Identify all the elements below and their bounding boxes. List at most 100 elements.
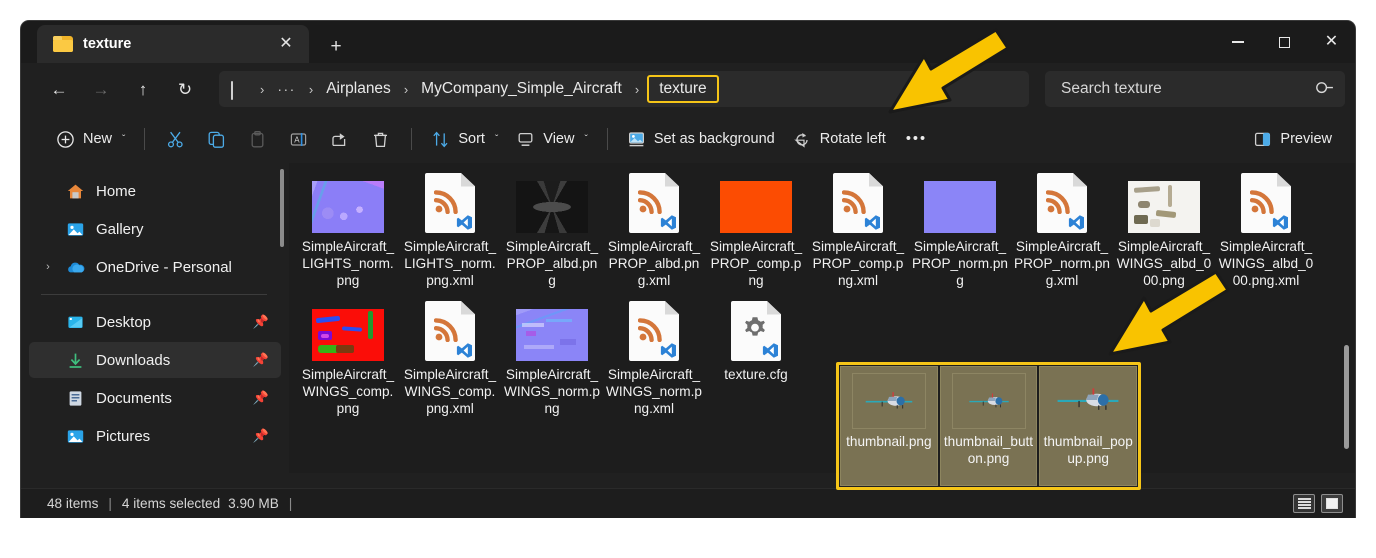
file-item[interactable]: SimpleAircraft_WINGS_norm.png	[501, 297, 603, 417]
sidebar-item-home[interactable]: › Home	[29, 173, 281, 209]
more-options-button[interactable]: •••	[895, 122, 938, 156]
airplane-thumbnail-image	[1057, 388, 1119, 410]
file-item[interactable]: SimpleAircraft_WINGS_comp.png.xml	[399, 297, 501, 417]
file-item[interactable]: SimpleAircraft_LIGHTS_norm.png.xml	[399, 169, 501, 289]
preview-pane-icon	[1253, 130, 1272, 149]
chevron-down-icon: ˇ	[584, 133, 588, 145]
file-item[interactable]: texture.cfg	[705, 297, 807, 417]
file-item[interactable]: SimpleAircraft_LIGHTS_norm.png	[297, 169, 399, 289]
folder-icon	[53, 35, 73, 53]
pin-icon[interactable]: 📌	[253, 428, 269, 444]
minimize-button[interactable]	[1214, 21, 1261, 63]
breadcrumb-item-mycompany[interactable]: MyCompany_Simple_Aircraft	[416, 77, 627, 101]
sort-button[interactable]: Sort ˇ	[422, 122, 507, 156]
file-item[interactable]: SimpleAircraft_PROP_comp.png.xml	[807, 169, 909, 289]
pin-icon[interactable]: 📌	[253, 390, 269, 406]
breadcrumb[interactable]: › ··· › Airplanes › MyCompany_Simple_Air…	[219, 71, 1029, 107]
toolbar-divider	[606, 128, 608, 150]
share-icon	[330, 130, 349, 149]
status-separator: |	[108, 496, 112, 511]
rename-button[interactable]: A	[278, 122, 319, 156]
explorer-body: › Home › Gallery ›	[21, 163, 1355, 473]
home-icon	[66, 182, 85, 201]
file-item[interactable]: SimpleAircraft_WINGS_norm.png.xml	[603, 297, 705, 417]
sidebar-item-gallery[interactable]: › Gallery	[29, 211, 281, 247]
file-thumbnail	[516, 173, 588, 233]
file-item-selected[interactable]: thumbnail_popup.png	[1039, 366, 1138, 486]
large-icons-view-button[interactable]	[1321, 494, 1343, 513]
file-name: SimpleAircraft_WINGS_norm.png	[504, 367, 600, 416]
file-explorer-window: texture ✕ + ✕ ← → ↑ ↻ › ··· › Airplanes …	[20, 20, 1356, 518]
details-view-button[interactable]	[1293, 494, 1315, 513]
sidebar-divider	[41, 294, 267, 295]
chevron-right-icon[interactable]: ›	[41, 261, 55, 273]
breadcrumb-item-airplanes[interactable]: Airplanes	[321, 77, 396, 101]
rename-icon: A	[289, 130, 308, 149]
file-item[interactable]: SimpleAircraft_WINGS_albd_000.png.xml	[1215, 169, 1317, 289]
desktop-icon	[66, 313, 85, 332]
xml-file-icon	[833, 173, 883, 233]
file-item[interactable]: SimpleAircraft_PROP_albd.png.xml	[603, 169, 705, 289]
pin-icon[interactable]: 📌	[253, 314, 269, 330]
view-button[interactable]: View ˇ	[507, 122, 597, 156]
breadcrumb-item-texture[interactable]: texture	[647, 75, 719, 103]
file-name: thumbnail_popup.png	[1043, 434, 1133, 466]
file-item[interactable]: SimpleAircraft_PROP_albd.png	[501, 169, 603, 289]
file-item[interactable]: SimpleAircraft_PROP_norm.png	[909, 169, 1011, 289]
new-tab-button[interactable]: +	[317, 29, 355, 63]
tab-texture[interactable]: texture ✕	[37, 25, 309, 63]
clipboard-icon	[248, 130, 267, 149]
xml-file-icon	[629, 173, 679, 233]
xml-file-icon	[425, 301, 475, 361]
pin-icon[interactable]: 📌	[253, 352, 269, 368]
file-item-selected[interactable]: thumbnail.png	[840, 366, 938, 486]
sidebar-item-onedrive[interactable]: › OneDrive - Personal	[29, 249, 281, 285]
file-thumbnail	[618, 301, 690, 361]
up-button[interactable]: ↑	[123, 72, 163, 106]
sidebar-item-downloads[interactable]: › Downloads 📌	[29, 342, 281, 378]
tab-close-icon[interactable]: ✕	[273, 31, 299, 57]
file-list-scrollbar-thumb[interactable]	[1344, 345, 1349, 449]
toolbar-divider	[144, 128, 146, 150]
xml-file-icon	[629, 301, 679, 361]
downloads-icon	[66, 351, 85, 370]
search-box[interactable]	[1045, 71, 1345, 107]
xml-file-icon	[1037, 173, 1087, 233]
sidebar-item-pictures[interactable]: › Pictures 📌	[29, 418, 281, 454]
file-name: SimpleAircraft_WINGS_comp.png.xml	[403, 367, 497, 416]
file-item[interactable]: SimpleAircraft_WINGS_comp.png	[297, 297, 399, 417]
delete-button[interactable]	[360, 122, 401, 156]
selected-files-group: thumbnail.png thumbnail_button.png thumb…	[836, 362, 1141, 490]
file-item[interactable]: SimpleAircraft_PROP_norm.png.xml	[1011, 169, 1113, 289]
maximize-button[interactable]	[1261, 21, 1308, 63]
new-button[interactable]: New ˇ	[47, 122, 134, 156]
title-bar: texture ✕ + ✕	[21, 21, 1355, 63]
cut-button[interactable]	[155, 122, 196, 156]
this-pc-icon[interactable]	[231, 80, 248, 100]
paste-button[interactable]	[237, 122, 278, 156]
rotate-left-button[interactable]: Rotate left	[784, 122, 895, 156]
file-thumbnail	[851, 373, 926, 429]
file-name: SimpleAircraft_PROP_comp.png.xml	[811, 239, 905, 288]
copy-button[interactable]	[196, 122, 237, 156]
preview-button[interactable]: Preview	[1244, 122, 1341, 156]
sidebar-label: OneDrive - Personal	[96, 258, 232, 276]
set-as-background-button[interactable]: Set as background	[618, 122, 784, 156]
forward-button[interactable]: →	[81, 72, 121, 106]
close-button[interactable]: ✕	[1308, 21, 1355, 63]
sidebar-item-desktop[interactable]: › Desktop 📌	[29, 304, 281, 340]
share-button[interactable]	[319, 122, 360, 156]
file-item[interactable]: SimpleAircraft_PROP_comp.png	[705, 169, 807, 289]
back-button[interactable]: ←	[39, 72, 79, 106]
search-input[interactable]	[1061, 80, 1317, 98]
breadcrumb-overflow[interactable]: ···	[272, 78, 301, 100]
sidebar-item-documents[interactable]: › Documents 📌	[29, 380, 281, 416]
file-name: SimpleAircraft_WINGS_comp.png	[301, 367, 395, 416]
file-list-pane[interactable]: SimpleAircraft_LIGHTS_norm.png SimpleAir…	[289, 163, 1355, 473]
file-name: SimpleAircraft_LIGHTS_norm.png	[301, 239, 395, 288]
file-item-selected[interactable]: thumbnail_button.png	[939, 366, 1038, 486]
refresh-button[interactable]: ↻	[165, 72, 205, 106]
file-item[interactable]: SimpleAircraft_WINGS_albd_000.png	[1113, 169, 1215, 289]
file-thumbnail	[312, 173, 384, 233]
file-thumbnail	[1230, 173, 1302, 233]
